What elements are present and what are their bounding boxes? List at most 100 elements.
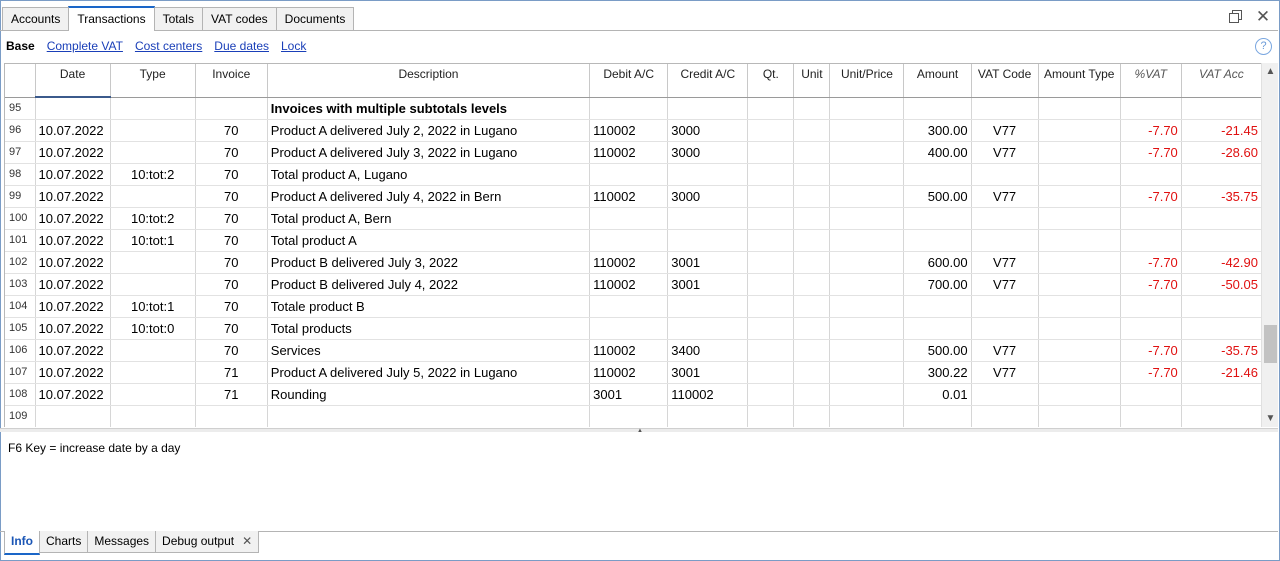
cell-amount-type[interactable] [1038,251,1121,274]
cell-vat-percent[interactable] [1120,163,1182,186]
cell-vat-acc[interactable] [1181,229,1261,252]
cell-invoice[interactable]: 70 [195,229,268,252]
cell-unit-price[interactable] [829,295,905,318]
tab-transactions[interactable]: Transactions [68,6,155,31]
cell-invoice[interactable]: 70 [195,339,268,362]
table-row[interactable]: 100 10.07.2022 10:tot:2 70 Total product A, … [5,207,1261,230]
cell-vat-acc[interactable]: -42.90 [1181,251,1261,274]
table-row[interactable]: 101 10.07.2022 10:tot:1 70 Total product A [5,229,1261,252]
cell-debit[interactable]: 3001 [589,383,669,406]
cell-invoice[interactable] [195,97,268,120]
cell-vat-percent[interactable]: -7.70 [1120,119,1182,142]
tab-info[interactable]: Info [4,531,40,555]
cell-credit[interactable]: 3001 [667,273,749,296]
cell-type[interactable] [110,141,196,164]
cell-qty[interactable] [747,361,795,384]
restore-window-icon[interactable] [1228,9,1244,25]
table-row[interactable]: 95 Invoices with multiple subtotals level… [5,97,1261,120]
view-lock[interactable]: Lock [281,39,306,55]
view-base[interactable]: Base [6,39,35,55]
cell-credit[interactable] [667,97,749,120]
cell-unit[interactable] [793,383,831,406]
cell-description[interactable]: Total products [267,317,591,340]
cell-debit[interactable]: 110002 [589,273,669,296]
cell-amount-type[interactable] [1038,361,1121,384]
cell-debit[interactable]: 110002 [589,185,669,208]
cell-unit[interactable] [793,207,831,230]
vertical-scrollbar[interactable]: ▲ ▼ [1261,63,1278,427]
cell-unit[interactable] [793,273,831,296]
cell-date[interactable] [34,404,111,427]
cell-vat-percent[interactable]: -7.70 [1120,273,1182,296]
cell-date[interactable]: 10.07.2022 [35,383,111,406]
table-row[interactable]: 97 10.07.2022 70 Product A delivered July 3… [5,141,1261,164]
column-header-amount[interactable]: Amount [903,64,972,98]
cell-invoice[interactable]: 70 [195,185,268,208]
cell-date[interactable] [35,97,111,120]
cell-date[interactable]: 10.07.2022 [35,163,111,186]
cell-vat-percent[interactable]: -7.70 [1120,141,1182,164]
cell-invoice[interactable]: 70 [195,163,268,186]
cell-amount-type[interactable] [1038,141,1121,164]
cell-type[interactable] [110,383,196,406]
cell-vat-percent[interactable] [1120,295,1182,318]
cell-amount-type[interactable] [1038,339,1121,362]
cell-amount[interactable] [903,317,972,340]
cell-vat-acc[interactable] [1181,383,1261,406]
cell-type[interactable]: 10:tot:2 [110,163,196,186]
cell-description[interactable]: Product A delivered July 4, 2022 in Bern [267,185,591,208]
cell-unit-price[interactable] [829,339,905,362]
cell-vat-percent[interactable]: -7.70 [1120,361,1182,384]
cell-amount[interactable] [903,229,972,252]
scroll-up-icon[interactable]: ▲ [1262,63,1279,80]
cell-credit[interactable] [667,207,749,230]
cell-unit[interactable] [793,295,831,318]
cell-vat-percent[interactable] [1120,207,1182,230]
cell-amount-type[interactable] [1038,97,1121,120]
cell-qty[interactable] [747,405,795,427]
cell-type[interactable] [110,185,196,208]
column-header-debit[interactable]: Debit A/C [589,64,669,98]
cell-qty[interactable] [747,251,795,274]
cell-type[interactable] [110,361,196,384]
cell-credit[interactable] [667,229,749,252]
column-header-date[interactable]: Date [35,64,111,98]
cell-amount-type[interactable] [1038,383,1121,406]
cell-vat-acc[interactable] [1181,97,1261,120]
table-row[interactable]: 96 10.07.2022 70 Product A delivered July 2… [5,119,1261,142]
cell-vat-code[interactable] [971,207,1039,230]
scrollbar-thumb[interactable] [1264,325,1277,363]
cell-unit[interactable] [793,141,831,164]
cell-invoice[interactable]: 70 [195,295,268,318]
cell-description[interactable]: Product A delivered July 5, 2022 in Luga… [267,361,591,384]
cell-type[interactable] [110,339,196,362]
cell-qty[interactable] [747,317,795,340]
cell-vat-code[interactable] [971,163,1039,186]
cell-amount[interactable] [903,97,972,120]
cell-vat-code[interactable]: V77 [971,251,1039,274]
cell-amount[interactable]: 600.00 [903,251,972,274]
cell-description[interactable]: Total product A [267,229,591,252]
cell-vat-code[interactable]: V77 [971,119,1039,142]
cell-amount[interactable]: 300.22 [903,361,972,384]
cell-description[interactable]: Rounding [267,383,591,406]
column-header-qty[interactable]: Qt. [747,64,795,98]
cell-credit[interactable] [667,295,749,318]
column-header-unit-price[interactable]: Unit/Price [829,64,905,98]
cell-amount-type[interactable] [1038,405,1121,427]
cell-invoice[interactable]: 71 [195,383,268,406]
cell-unit[interactable] [793,251,831,274]
cell-unit-price[interactable] [829,383,905,406]
cell-credit[interactable]: 3000 [667,141,749,164]
cell-unit-price[interactable] [829,119,905,142]
table-row[interactable]: 105 10.07.2022 10:tot:0 70 Total products [5,317,1261,340]
cell-qty[interactable] [747,185,795,208]
cell-amount-type[interactable] [1038,273,1121,296]
cell-date[interactable]: 10.07.2022 [35,207,111,230]
column-header-type[interactable]: Type [110,64,196,98]
view-due-dates[interactable]: Due dates [214,39,269,55]
cell-credit[interactable] [667,405,749,427]
cell-unit-price[interactable] [829,405,905,427]
cell-invoice[interactable]: 70 [195,251,268,274]
cell-credit[interactable]: 3000 [667,185,749,208]
